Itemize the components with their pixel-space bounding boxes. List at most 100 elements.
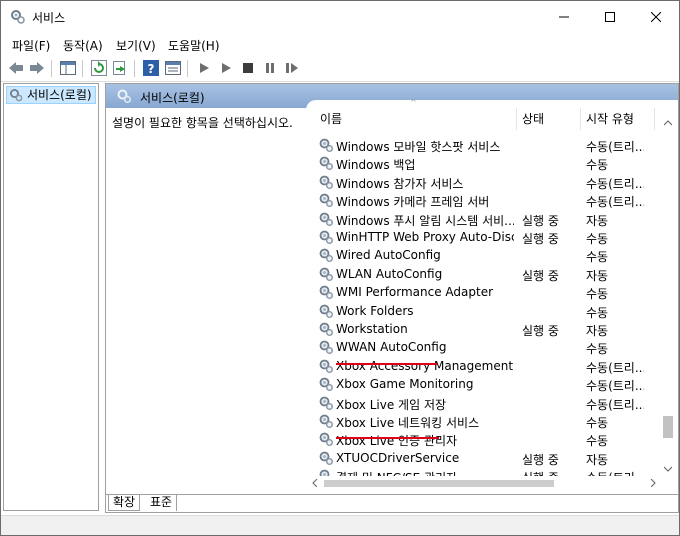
menu-action[interactable]: 동작(A) [63, 37, 103, 54]
tree-item-label: 서비스(로컬) [27, 88, 92, 102]
service-gear-icon [318, 155, 334, 174]
service-row[interactable]: Workstation 실행 중 자동 [306, 320, 664, 338]
service-name: WMI Performance Adapter [336, 285, 494, 300]
menu-file[interactable]: 파일(F) [12, 37, 50, 54]
service-row[interactable]: Windows 참가자 서비스 수동(트리... [306, 173, 664, 191]
scroll-right-icon [650, 479, 656, 487]
service-row[interactable]: Windows 푸시 알림 시스템 서비... 실행 중 자동 [306, 210, 664, 228]
service-name: Windows 푸시 알림 시스템 서비... [336, 213, 514, 228]
show-hide-tree-icon[interactable] [59, 59, 77, 77]
service-row[interactable]: WLAN AutoConfig 실행 중 자동 [306, 265, 664, 283]
service-gear-icon [318, 413, 334, 432]
service-row[interactable]: WMI Performance Adapter 수동 [306, 283, 664, 301]
menu-help[interactable]: 도움말(H) [168, 37, 220, 54]
service-row[interactable]: XTUOCDriverService 실행 중 자동 [306, 449, 664, 467]
service-row[interactable]: Xbox Live 네트워킹 서비스 수동 [306, 412, 664, 430]
service-row[interactable]: WinHTTP Web Proxy Auto-Disco... 실행 중 수동 [306, 228, 664, 246]
service-row[interactable]: Xbox Game Monitoring 수동(트리... [306, 375, 664, 393]
horizontal-scrollbar[interactable] [310, 476, 660, 490]
console-tree: 서비스(로컬) [3, 83, 99, 511]
service-row[interactable]: Xbox Live 게임 저장 수동(트리... [306, 394, 664, 412]
tab-standard[interactable]: 표준 [146, 495, 178, 511]
description-text: 설명이 필요한 항목을 선택하십시오. [112, 116, 293, 130]
service-row[interactable]: Windows 카메라 프레임 서버 수동(트리... [306, 191, 664, 209]
service-startup-type: 자동 [586, 268, 609, 283]
wwan-highlight-underline [336, 437, 439, 439]
tree-item-services-local[interactable]: 서비스(로컬) [6, 86, 96, 104]
restart-service-icon[interactable] [283, 59, 301, 77]
service-status: 실행 중 [522, 232, 559, 246]
back-arrow-icon[interactable] [7, 59, 25, 77]
column-header-name[interactable]: 이름 [320, 110, 342, 127]
service-gear-icon [318, 247, 334, 266]
service-name: WWAN AutoConfig [336, 340, 447, 355]
service-startup-type: 수동 [586, 305, 609, 320]
service-name: Xbox Live 게임 저장 [336, 397, 447, 412]
service-name: Xbox Accessory Management Ser... [336, 358, 514, 373]
service-gear-icon [318, 358, 334, 377]
forward-arrow-icon[interactable] [28, 59, 46, 77]
service-name: Xbox Live 인증 관리자 [336, 434, 458, 449]
service-startup-type: 수동(트리... [586, 379, 644, 394]
svg-text:?: ? [148, 62, 155, 76]
service-name: Windows 모바일 핫스팟 서비스 [336, 140, 501, 154]
service-row[interactable]: Work Folders 수동 [306, 302, 664, 320]
service-status: 실행 중 [522, 213, 559, 228]
title-bar: 서비스 [1, 1, 679, 33]
vertical-scrollbar[interactable] [660, 116, 676, 476]
export-list-icon[interactable] [111, 59, 129, 77]
tab-extended[interactable]: 확장 [108, 495, 141, 511]
service-name: Wired AutoConfig [336, 248, 441, 263]
service-startup-type: 수동 [586, 158, 609, 173]
service-row[interactable]: Xbox Accessory Management Ser... 수동(트리... [306, 357, 664, 375]
service-startup-type: 수동 [586, 342, 609, 357]
service-gear-icon [318, 321, 334, 340]
service-startup-type: 수동 [586, 416, 609, 430]
refresh-icon[interactable] [90, 59, 108, 77]
horizontal-scroll-thumb[interactable] [324, 480, 554, 487]
help-icon[interactable]: ? [142, 59, 160, 77]
service-gear-icon [318, 266, 334, 285]
service-row[interactable]: Windows 모바일 핫스팟 서비스 수동(트리... [306, 136, 664, 154]
service-startup-type: 수동(트리... [586, 397, 644, 412]
service-gear-icon [318, 211, 334, 230]
services-pane: 서비스(로컬) 설명이 필요한 항목을 선택하십시오. ^ 이름 상태 시작 유… [105, 83, 679, 513]
service-gear-icon [318, 431, 334, 450]
service-name: Windows 백업 [336, 158, 416, 173]
service-status: 실행 중 [522, 452, 559, 467]
close-button[interactable] [633, 1, 679, 33]
service-status: 실행 중 [522, 268, 559, 283]
pane-header-title: 서비스(로컬) [140, 91, 205, 105]
wlan-highlight-underline [336, 363, 437, 365]
column-header-startup-type[interactable]: 시작 유형 [586, 110, 634, 127]
service-gear-icon [318, 303, 334, 322]
status-bar [1, 515, 679, 535]
service-startup-type: 수동 [586, 232, 609, 246]
minimize-button[interactable] [541, 1, 587, 33]
view-tabs: 확장 표준 [106, 494, 678, 512]
vertical-scroll-thumb[interactable] [663, 416, 673, 438]
properties-icon[interactable] [164, 59, 182, 77]
maximize-button[interactable] [587, 1, 633, 33]
start-service-icon[interactable] [195, 59, 213, 77]
column-header-status[interactable]: 상태 [522, 110, 544, 127]
stop-service-icon[interactable] [239, 59, 257, 77]
service-startup-type: 수동(트리... [586, 176, 644, 191]
service-gear-icon [318, 174, 334, 193]
service-row[interactable]: WWAN AutoConfig 수동 [306, 338, 664, 356]
scroll-left-icon [312, 479, 318, 487]
pause-service-icon[interactable] [261, 59, 279, 77]
service-name: Windows 참가자 서비스 [336, 176, 464, 191]
service-row[interactable]: Wired AutoConfig 수동 [306, 246, 664, 264]
window-title: 서비스 [32, 11, 66, 25]
service-gear-icon [318, 376, 334, 395]
service-row[interactable]: Xbox Live 인증 관리자 수동 [306, 430, 664, 448]
menu-bar: 파일(F) 동작(A) 보기(V) 도움말(H) [1, 33, 679, 55]
service-gear-icon [318, 137, 334, 156]
sort-arrow-icon: ^ [410, 98, 417, 107]
service-name: WLAN AutoConfig [336, 266, 443, 281]
menu-view[interactable]: 보기(V) [116, 37, 156, 54]
start-service-alt-icon[interactable] [217, 59, 235, 77]
services-gear-icon [9, 88, 23, 106]
service-row[interactable]: Windows 백업 수동 [306, 154, 664, 172]
